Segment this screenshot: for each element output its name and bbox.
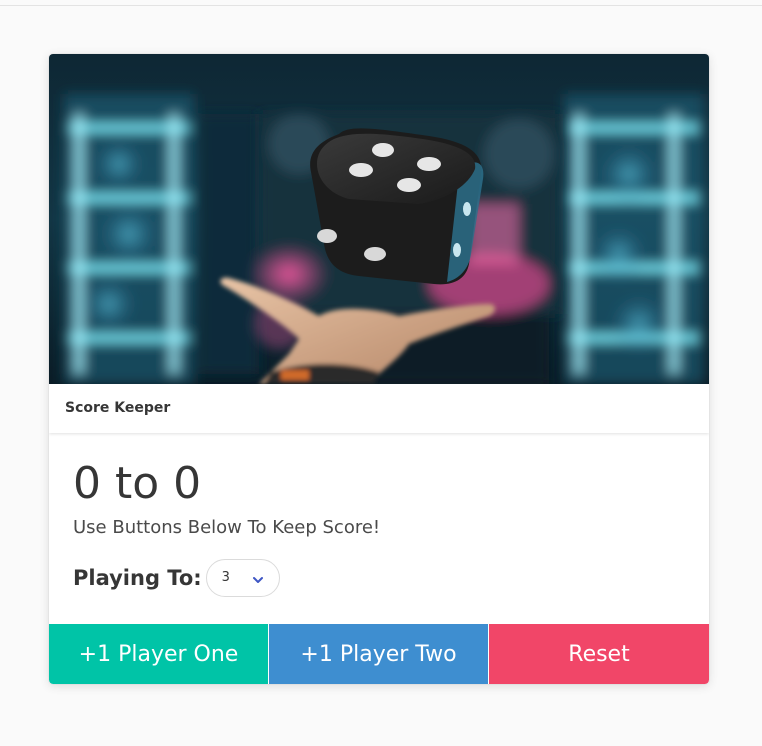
chevron-down-icon (252, 571, 264, 590)
card-header: Score Keeper (49, 384, 709, 433)
card-footer: +1 Player One +1 Player Two Reset (49, 624, 709, 684)
card-header-title: Score Keeper (65, 400, 171, 416)
player-two-score: 0 (173, 458, 202, 509)
playing-to-select[interactable]: 3 (205, 559, 280, 597)
playing-to-label: Playing To: (73, 566, 202, 590)
top-divider (0, 5, 762, 6)
player-one-button[interactable]: +1 Player One (49, 624, 268, 684)
playing-to-value: 3 (221, 570, 230, 585)
reset-button[interactable]: Reset (489, 624, 709, 684)
score-keeper-card: Score Keeper 0 to 0 Use Buttons Below To… (49, 54, 709, 684)
score-instructions: Use Buttons Below To Keep Score! (73, 517, 381, 538)
card-content: 0 to 0 Use Buttons Below To Keep Score! … (73, 454, 685, 597)
score-separator: to (115, 458, 160, 509)
playing-to-row: Playing To: 3 (73, 559, 280, 597)
player-one-score: 0 (73, 458, 101, 509)
dice-photo (49, 54, 709, 384)
player-two-button[interactable]: +1 Player Two (269, 624, 488, 684)
score-display: 0 to 0 (73, 454, 685, 514)
card-image (49, 54, 709, 384)
